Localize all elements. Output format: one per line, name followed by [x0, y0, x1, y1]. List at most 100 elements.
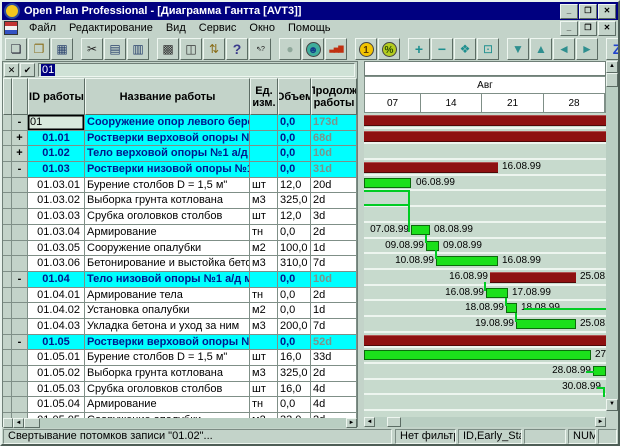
- menu-item-6[interactable]: Помощь: [282, 21, 337, 35]
- cell-volume[interactable]: 0,0: [278, 146, 311, 162]
- row-select-cell[interactable]: [3, 225, 12, 241]
- table-row[interactable]: +01.01Ростверки верховой опоры №1 а/д0,0…: [3, 131, 357, 147]
- gantt-summary-bar[interactable]: [490, 272, 576, 283]
- cell-unit[interactable]: м3: [250, 256, 278, 272]
- scroll-down-button[interactable]: ▼: [606, 399, 618, 411]
- row-select-cell[interactable]: [3, 178, 12, 194]
- cell-volume[interactable]: 100,0: [278, 241, 311, 257]
- link-activities-button[interactable]: ❖: [454, 38, 476, 60]
- table-row[interactable]: 01.03.02Выборка грунта котлованам3325,02…: [3, 193, 357, 209]
- cell-id[interactable]: 01.05.02: [28, 366, 85, 382]
- cell-name[interactable]: Бурение столбов D = 1,5 м": [85, 178, 250, 194]
- cell-unit[interactable]: [250, 115, 278, 131]
- cell-volume[interactable]: 200,0: [278, 319, 311, 335]
- scroll-track[interactable]: [401, 417, 595, 427]
- gantt-summary-bar[interactable]: [364, 335, 606, 346]
- row-select-cell[interactable]: [3, 209, 12, 225]
- cell-name[interactable]: Сооружение опалубки: [85, 241, 250, 257]
- gantt-task-bar[interactable]: [516, 319, 576, 329]
- context-help-button[interactable]: ⇖?: [249, 38, 271, 60]
- row-select-cell[interactable]: [3, 162, 12, 178]
- gantt-task-bar[interactable]: [364, 178, 411, 188]
- table-row[interactable]: 01.05.02Выборка грунта котлованам3325,02…: [3, 366, 357, 382]
- close-button[interactable]: ✕: [598, 4, 616, 19]
- column-header-select[interactable]: [3, 78, 12, 115]
- gantt-task-bar[interactable]: [593, 366, 606, 376]
- cell-duration[interactable]: 33d: [311, 350, 357, 366]
- gantt-summary-bar[interactable]: [364, 162, 498, 173]
- cell-name[interactable]: Бурение столбов D = 1,5 м": [85, 350, 250, 366]
- print-preview-button[interactable]: ◫: [180, 38, 202, 60]
- table-row[interactable]: 01.03.03Срубка оголовков столбовшт12,03d: [3, 209, 357, 225]
- timescale-month[interactable]: Авг: [364, 76, 606, 94]
- gantt-task-bar[interactable]: [506, 303, 517, 313]
- cell-id[interactable]: 01: [28, 115, 85, 131]
- column-header-volume[interactable]: Объем: [278, 78, 311, 115]
- expand-toggle[interactable]: +: [12, 131, 28, 147]
- scroll-thumb[interactable]: [387, 417, 401, 427]
- child-minimize-button[interactable]: _: [560, 21, 578, 36]
- table-row[interactable]: +01.02Тело верховой опоры №1 а/д моста0,…: [3, 146, 357, 162]
- cell-name[interactable]: Срубка оголовков столбов: [85, 382, 250, 398]
- cell-id[interactable]: 01.04.02: [28, 303, 85, 319]
- table-row[interactable]: -01.05Ростверки верховой опоры №2 а/д0,0…: [3, 335, 357, 351]
- row-select-cell[interactable]: [3, 256, 12, 272]
- timescale-week-07[interactable]: 07: [365, 94, 421, 112]
- menu-item-5[interactable]: Окно: [243, 21, 281, 35]
- row-select-cell[interactable]: [3, 241, 12, 257]
- scroll-right-button[interactable]: ►: [595, 417, 606, 427]
- cell-unit[interactable]: шт: [250, 209, 278, 225]
- cell-id[interactable]: 01.03.06: [28, 256, 85, 272]
- cell-volume[interactable]: 12,0: [278, 209, 311, 225]
- table-row[interactable]: 01.03.06Бетонирование и выстойка бетонам…: [3, 256, 357, 272]
- cell-id[interactable]: 01.05.04: [28, 397, 85, 413]
- row-select-cell[interactable]: [3, 146, 12, 162]
- cell-name[interactable]: Армирование: [85, 225, 250, 241]
- timescale-week-21[interactable]: 21: [482, 94, 544, 112]
- help-button[interactable]: ?: [226, 38, 248, 60]
- expand-toggle[interactable]: -: [12, 162, 28, 178]
- table-row[interactable]: 01.05.04Армированиетн0,04d: [3, 397, 357, 413]
- cell-volume[interactable]: 0,0: [278, 303, 311, 319]
- timescale-weeks[interactable]: 07142128: [364, 94, 606, 113]
- minimize-button[interactable]: _: [560, 4, 578, 19]
- globe-button[interactable]: ●: [279, 38, 301, 60]
- cell-id[interactable]: 01.05.03: [28, 382, 85, 398]
- cell-unit[interactable]: [250, 131, 278, 147]
- row-select-cell[interactable]: [3, 350, 12, 366]
- column-header-id[interactable]: ID работы: [28, 78, 85, 115]
- open-button[interactable]: ❐: [28, 38, 50, 60]
- cell-duration[interactable]: 7d: [311, 256, 357, 272]
- row-select-cell[interactable]: [3, 382, 12, 398]
- cell-volume[interactable]: 16,0: [278, 382, 311, 398]
- cell-duration[interactable]: 4d: [311, 397, 357, 413]
- cell-name[interactable]: Выборка грунта котлована: [85, 193, 250, 209]
- print-button[interactable]: ▩: [157, 38, 179, 60]
- cell-duration[interactable]: 4d: [311, 382, 357, 398]
- network-view-button[interactable]: Z: [606, 38, 620, 60]
- delete-activity-button[interactable]: −: [431, 38, 453, 60]
- cell-duration[interactable]: 31d: [311, 162, 357, 178]
- column-header-name[interactable]: Название работы: [85, 78, 250, 115]
- menu-item-3[interactable]: Вид: [160, 21, 192, 35]
- gantt-task-bar[interactable]: [436, 256, 498, 266]
- percent-button[interactable]: %: [378, 38, 400, 60]
- expand-toggle[interactable]: -: [12, 115, 28, 131]
- cell-volume[interactable]: 0,0: [278, 272, 311, 288]
- cell-name[interactable]: Ростверки низовой опоры №1 а/д м: [85, 162, 250, 178]
- row-select-cell[interactable]: [3, 288, 12, 304]
- move-down-button[interactable]: ▼: [507, 38, 529, 60]
- resource-button[interactable]: ☻: [302, 38, 324, 60]
- cell-unit[interactable]: м3: [250, 193, 278, 209]
- row-select-cell[interactable]: [3, 303, 12, 319]
- row-select-cell[interactable]: [3, 115, 12, 131]
- gantt-vertical-scrollbar[interactable]: ▲ ▼: [606, 61, 618, 411]
- child-restore-button[interactable]: ❐: [579, 21, 597, 36]
- cell-name[interactable]: Выборка грунта котлована: [85, 366, 250, 382]
- scroll-thumb[interactable]: [606, 73, 618, 87]
- cell-volume[interactable]: 0,0: [278, 288, 311, 304]
- cell-volume[interactable]: 325,0: [278, 193, 311, 209]
- gantt-task-bar[interactable]: [426, 241, 439, 251]
- cell-id[interactable]: 01.03: [28, 162, 85, 178]
- document-icon[interactable]: [4, 21, 18, 35]
